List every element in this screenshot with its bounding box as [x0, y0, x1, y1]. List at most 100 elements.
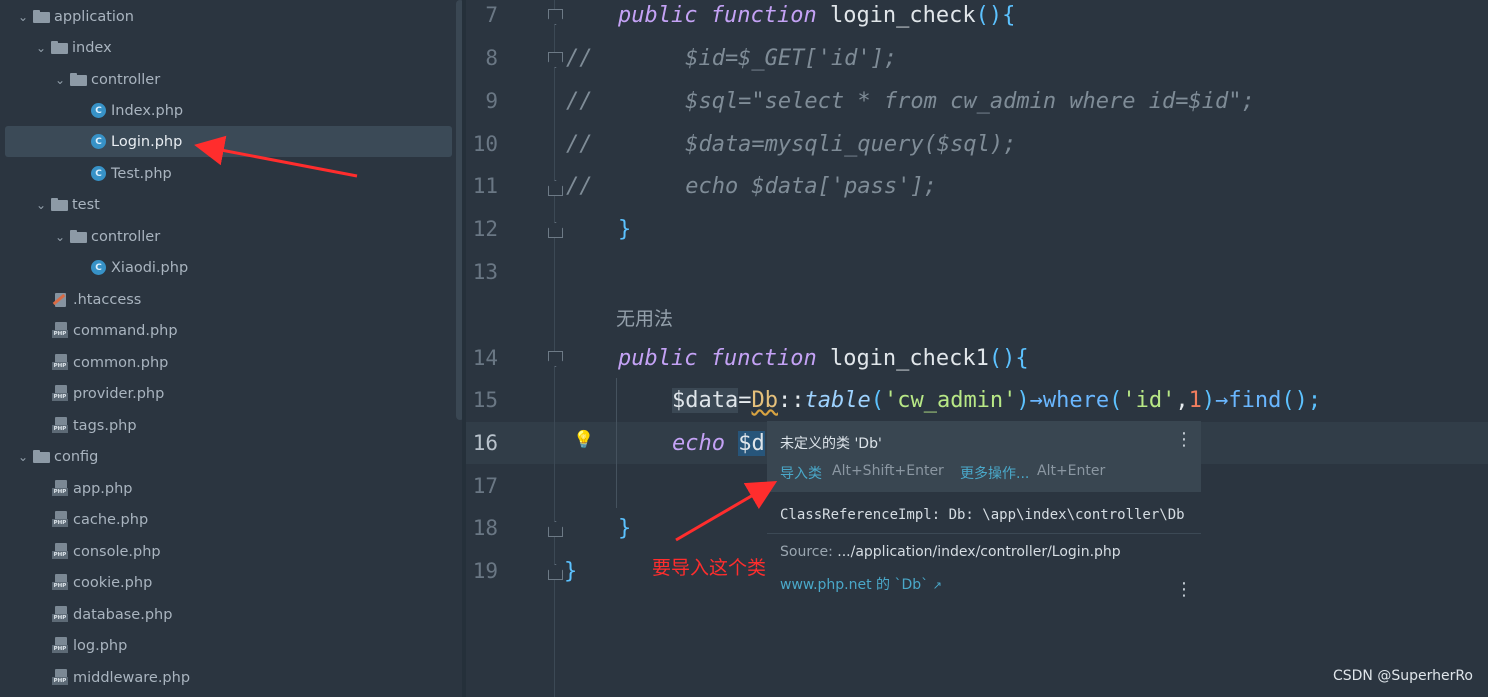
chevron-down-icon[interactable]: ⌄ [35, 198, 47, 212]
tree-item-command-php[interactable]: PHP command.php [0, 315, 452, 346]
tree-item-index[interactable]: ⌄ index [0, 32, 452, 63]
lightbulb-icon[interactable]: 💡 [573, 430, 594, 450]
tree-item-label: log.php [73, 637, 128, 654]
php-class-icon: C [91, 260, 106, 275]
php-class-icon: C [91, 166, 106, 181]
folder-icon [33, 450, 50, 463]
line-number: 11 [472, 174, 498, 198]
folder-icon [70, 230, 87, 243]
fold-marker-icon[interactable] [548, 9, 563, 25]
chevron-down-icon[interactable]: ⌄ [54, 73, 66, 87]
divider [767, 533, 1201, 534]
chevron-down-icon[interactable]: ⌄ [17, 450, 29, 464]
tree-item-label: tags.php [73, 417, 137, 434]
external-link-icon: ↗ [932, 579, 942, 592]
php-file-icon: PHP [52, 637, 68, 654]
line-number: 7 [485, 3, 498, 27]
fold-marker-icon[interactable] [548, 222, 563, 238]
tree-item-config[interactable]: ⌄ config [0, 441, 452, 472]
tree-item-middleware-php[interactable]: PHP middleware.php [0, 662, 452, 693]
reference-info: ClassReferenceImpl: Db: \app\index\contr… [780, 507, 1185, 523]
code-line-11: // echo $data['pass']; [566, 174, 937, 199]
more-options-icon[interactable]: ⋮ [1175, 429, 1193, 450]
php-docs-link[interactable]: www.php.net 的 `Db` ↗ [780, 574, 942, 594]
php-docs-link-text[interactable]: www.php.net 的 `Db` [780, 577, 928, 593]
tree-item-database-php[interactable]: PHP database.php [0, 599, 452, 630]
indent-guide [616, 378, 617, 508]
php-file-icon: PHP [52, 574, 68, 591]
tree-item-test-php[interactable]: C Test.php [0, 158, 452, 189]
tree-item-label: provider.php [73, 385, 165, 402]
project-tree: ⌄ application ⌄ index ⌄ controller C Ind… [0, 0, 456, 697]
tree-item-xiaodi-php[interactable]: C Xiaodi.php [0, 252, 452, 283]
tree-item-application[interactable]: ⌄ application [0, 1, 452, 32]
php-file-icon: PHP [52, 606, 68, 623]
tree-item-console-php[interactable]: PHP console.php [0, 536, 452, 567]
tree-item-provider-php[interactable]: PHP provider.php [0, 378, 452, 409]
php-class-icon: C [91, 134, 106, 149]
tree-item-label: config [54, 448, 99, 465]
folder-icon [33, 10, 50, 23]
code-line-18: } [618, 516, 632, 541]
line-number: 17 [472, 474, 498, 498]
line-number: 14 [472, 346, 498, 370]
code-line-19: } [564, 559, 578, 584]
tree-item-tags-php[interactable]: PHP tags.php [0, 410, 452, 441]
tree-item-index-php[interactable]: C Index.php [0, 95, 452, 126]
fold-marker-icon[interactable] [548, 351, 563, 367]
undefined-class-db: Db [751, 388, 778, 413]
tree-item-label: application [54, 8, 134, 25]
fold-marker-icon[interactable] [548, 180, 563, 196]
tree-item-label: controller [91, 71, 161, 88]
tree-item-cookie-php[interactable]: PHP cookie.php [0, 567, 452, 598]
php-file-icon: PHP [52, 385, 68, 402]
php-class-icon: C [91, 103, 106, 118]
fold-marker-icon[interactable] [548, 52, 563, 68]
php-file-icon: PHP [52, 669, 68, 686]
more-actions-shortcut: Alt+Enter [1037, 463, 1106, 479]
tree-item-controller[interactable]: ⌄ controller [0, 221, 452, 252]
code-line-15: $data=Db::table('cw_admin')→where('id',1… [672, 388, 1322, 413]
php-file-icon: PHP [52, 417, 68, 434]
chevron-down-icon[interactable]: ⌄ [35, 41, 47, 55]
line-number: 10 [472, 132, 498, 156]
htaccess-file-icon [52, 292, 68, 308]
fold-marker-icon[interactable] [548, 521, 563, 537]
tree-item-htaccess[interactable]: .htaccess [0, 284, 452, 315]
tree-item-label: app.php [73, 480, 133, 497]
tree-item-label: common.php [73, 354, 169, 371]
php-file-icon: PHP [52, 511, 68, 528]
php-file-icon: PHP [52, 480, 68, 497]
tree-item-log-php[interactable]: PHP log.php [0, 630, 452, 661]
fold-marker-icon[interactable] [548, 564, 563, 580]
chevron-down-icon[interactable]: ⌄ [17, 10, 29, 24]
import-class-action[interactable]: 导入类 [780, 463, 822, 483]
quick-fix-popup: 未定义的类 'Db' ⋮ 导入类 Alt+Shift+Enter 更多操作...… [767, 421, 1201, 602]
tree-item-cache-php[interactable]: PHP cache.php [0, 504, 452, 535]
tree-item-label: test [72, 196, 100, 213]
more-actions-link[interactable]: 更多操作... [960, 463, 1029, 483]
import-shortcut: Alt+Shift+Enter [832, 463, 944, 479]
code-line-12: } [618, 217, 632, 242]
tree-item-label: cache.php [73, 511, 149, 528]
line-number-current: 16 [472, 431, 498, 455]
line-number: 8 [485, 46, 498, 70]
chevron-down-icon[interactable]: ⌄ [54, 230, 66, 244]
gutter-divider [554, 0, 555, 697]
tree-item-login-php[interactable]: C Login.php [5, 126, 452, 157]
source-label: Source: [780, 544, 833, 560]
php-file-icon: PHP [52, 543, 68, 560]
tree-item-common-php[interactable]: PHP common.php [0, 347, 452, 378]
folder-icon [51, 41, 68, 54]
watermark: CSDN @SuperherRo [1332, 668, 1473, 684]
usages-inlay-hint[interactable]: 无用法 [616, 304, 673, 331]
line-number: 15 [472, 388, 498, 412]
more-options-icon[interactable]: ⋮ [1175, 579, 1193, 600]
tree-item-label: cookie.php [73, 574, 153, 591]
tree-item-label: index [72, 39, 112, 56]
tree-item-test[interactable]: ⌄ test [0, 189, 452, 220]
source-path: .../application/index/controller/Login.p… [837, 544, 1121, 560]
tree-item-label: controller [91, 228, 161, 245]
tree-item-controller[interactable]: ⌄ controller [0, 64, 452, 95]
tree-item-app-php[interactable]: PHP app.php [0, 473, 452, 504]
